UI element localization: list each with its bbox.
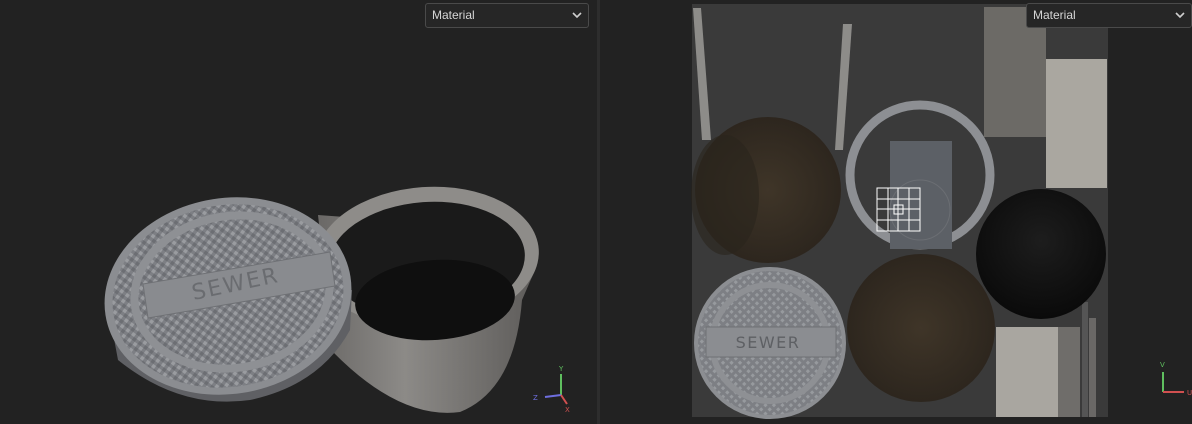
material-channel-select[interactable]: Material (425, 3, 589, 28)
sewer-lid: SEWER (104, 197, 352, 402)
uv-lid-island: SEWER (694, 267, 846, 419)
3d-viewport[interactable]: SEWER Material Y Z X (0, 0, 597, 424)
select-value: Material (432, 8, 475, 22)
select-value: Material (1033, 8, 1076, 22)
material-channel-select-uv[interactable]: Material (1026, 3, 1192, 28)
sewer-model-render[interactable]: SEWER (0, 0, 597, 424)
axis-gizmo-icon: Y Z X (533, 365, 570, 414)
axis-z-label: Z (533, 394, 538, 402)
uv-texture-canvas[interactable]: SEWER (600, 0, 1192, 424)
chevron-down-icon (1175, 12, 1185, 19)
chevron-down-icon (572, 12, 582, 19)
uv-lid-embossed-text: SEWER (736, 333, 801, 352)
axis-y-label: Y (558, 365, 564, 373)
axis-u-label: U (1187, 389, 1192, 397)
axis-x-label: X (565, 406, 570, 414)
uv-gizmo-icon: V U (1160, 361, 1192, 397)
axis-v-label: V (1160, 361, 1165, 369)
uv-viewport[interactable]: SEWER Material V U (600, 0, 1192, 424)
